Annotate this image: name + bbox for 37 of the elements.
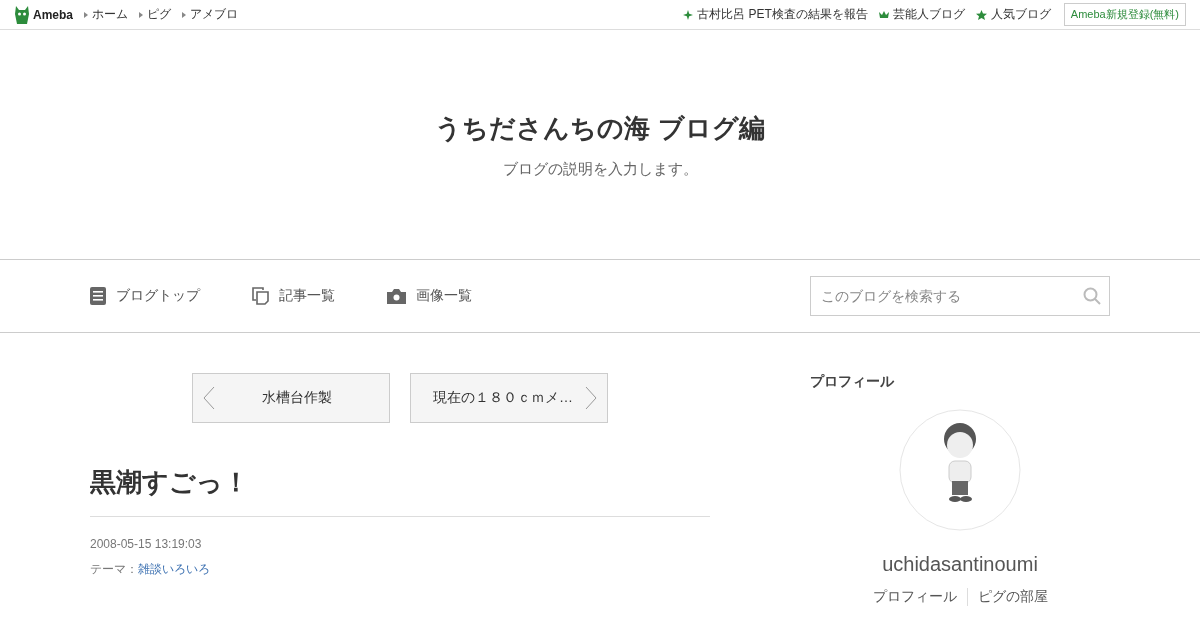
top-link[interactable]: アメブロ xyxy=(182,6,238,23)
triangle-icon xyxy=(84,11,88,18)
copy-icon xyxy=(252,287,269,305)
signup-button[interactable]: Ameba新規登録(無料) xyxy=(1063,3,1186,26)
top-link[interactable]: ピグ xyxy=(139,6,171,23)
camera-icon xyxy=(387,288,406,304)
blog-title: うちださんちの海 ブログ編 xyxy=(435,111,765,145)
profile-link[interactable]: ピグの部屋 xyxy=(966,588,1058,606)
nav-link[interactable]: 画像一覧 xyxy=(387,287,472,305)
nav-link[interactable]: 記事一覧 xyxy=(252,287,335,305)
chevron-left-icon xyxy=(203,386,215,410)
previous-post-button[interactable]: 水槽台作製 xyxy=(192,373,390,423)
top-link[interactable]: ホーム xyxy=(84,6,128,23)
top-link[interactable]: 古村比呂 PET検査の結果を報告 xyxy=(683,6,868,23)
chevron-right-icon xyxy=(585,386,597,410)
crown-icon xyxy=(878,10,889,19)
profile-link[interactable]: プロフィール xyxy=(862,588,967,606)
theme-label: テーマ： xyxy=(90,561,138,578)
next-post-button[interactable]: 現在の１８０ｃｍメ… xyxy=(410,373,608,423)
sparkle-icon xyxy=(683,9,694,20)
triangle-icon xyxy=(139,11,143,18)
search-field[interactable]: このブログを検索する xyxy=(810,276,1110,316)
profile-name: uchidasantinoumi xyxy=(882,553,1038,576)
profile-heading: プロフィール xyxy=(810,373,894,391)
triangle-icon xyxy=(182,11,186,18)
article-title: 黒潮すごっ！ xyxy=(90,465,710,517)
blog-description: ブログの説明を入力します。 xyxy=(502,159,698,179)
nav-link[interactable]: ブログトップ xyxy=(90,287,200,305)
top-link[interactable]: 人気ブログ xyxy=(975,6,1051,23)
top-link[interactable]: 芸能人ブログ xyxy=(878,6,965,23)
star-icon xyxy=(975,9,987,20)
document-icon xyxy=(90,287,106,305)
theme-link[interactable]: 雑談いろいろ xyxy=(138,561,210,578)
avatar-icon xyxy=(899,409,1021,531)
search-icon[interactable] xyxy=(1083,287,1101,305)
ameba-logo[interactable]: Ameba xyxy=(14,5,73,24)
article-date: 2008-05-15 13:19:03 xyxy=(90,537,203,551)
